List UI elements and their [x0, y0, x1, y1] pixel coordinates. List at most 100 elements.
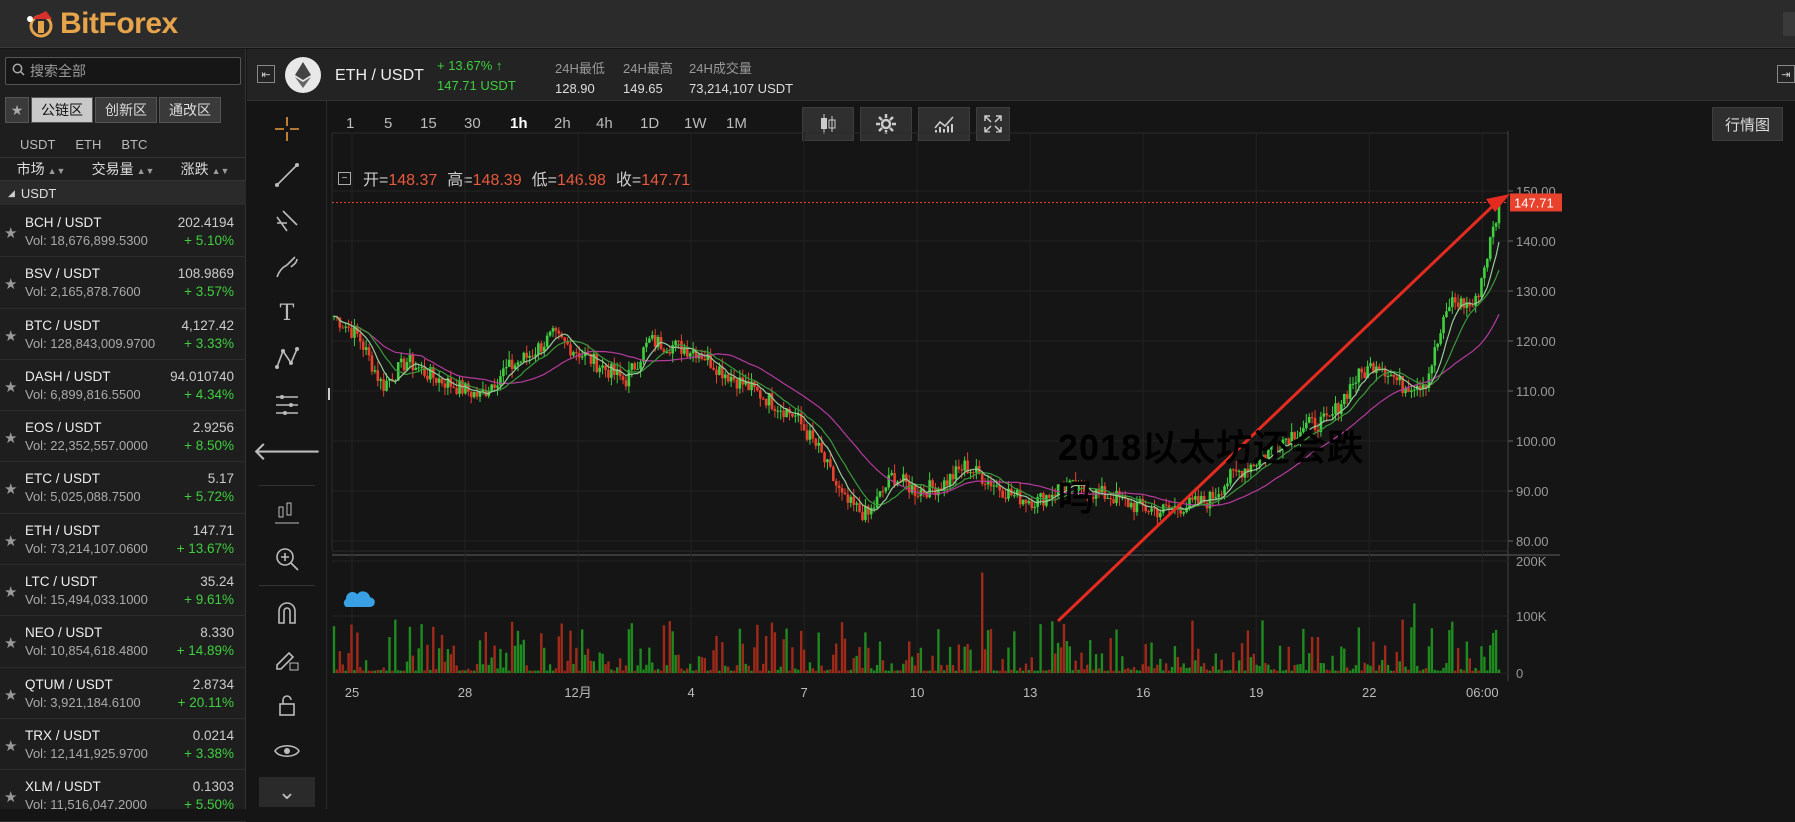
favorite-star-icon[interactable]: ★ — [4, 788, 17, 806]
volume-bar — [452, 645, 455, 673]
tab-innovation[interactable]: 创新区 — [95, 97, 157, 123]
tab-public-chain[interactable]: 公链区 — [31, 97, 93, 123]
candle-body — [1401, 375, 1404, 394]
time-tick-label: 10 — [910, 685, 924, 700]
trend-line-icon[interactable] — [269, 157, 305, 193]
zoom-in-icon[interactable] — [269, 541, 305, 577]
timeframe-15[interactable]: 15 — [420, 115, 437, 132]
favorites-star-icon[interactable]: ★ — [5, 97, 29, 123]
market-row[interactable]: ★ ETC / USDT Vol: 5,025,088.7500 5.17 + … — [0, 462, 246, 514]
volume-bar — [1159, 658, 1162, 673]
volume-bar — [1416, 665, 1419, 673]
collapse-legend-icon[interactable]: − — [338, 171, 351, 185]
fib-tool-icon[interactable] — [269, 203, 305, 239]
candle-style-icon[interactable] — [269, 495, 305, 531]
crosshair-icon[interactable] — [269, 111, 305, 147]
timeframe-1h[interactable]: 1h — [510, 115, 528, 132]
market-row[interactable]: ★ QTUM / USDT Vol: 3,921,184.6100 2.8734… — [0, 668, 246, 719]
timeframe-4h[interactable]: 4h — [596, 115, 613, 132]
collapse-sidebar-icon[interactable]: ⇤ — [257, 65, 275, 83]
sort-change[interactable]: 涨跌 ▲▼ — [164, 159, 246, 179]
volume-tick-label: 100K — [1516, 609, 1547, 624]
favorite-star-icon[interactable]: ★ — [4, 275, 17, 293]
volume-bar — [434, 669, 438, 673]
fullscreen-icon[interactable] — [976, 107, 1010, 141]
candle-body — [595, 353, 599, 373]
volume-bar — [776, 669, 780, 673]
candle-body — [455, 387, 458, 394]
quote-tab-btc[interactable]: BTC — [121, 137, 147, 152]
candle-body — [864, 506, 867, 521]
market-row[interactable]: ★ XLM / USDT Vol: 11,516,047.2000 0.1303… — [0, 770, 246, 822]
volume-bar — [864, 632, 867, 673]
search-box[interactable] — [5, 57, 241, 85]
eye-icon[interactable] — [269, 733, 305, 769]
candle-body — [1013, 495, 1016, 497]
candle-body — [1439, 333, 1442, 344]
market-row[interactable]: ★ BSV / USDT Vol: 2,165,878.7600 108.986… — [0, 257, 246, 309]
tab-token-reform[interactable]: 通改区 — [159, 97, 221, 123]
group-usdt[interactable]: ◢ USDT — [0, 181, 246, 205]
volume-bar — [1410, 627, 1413, 673]
timeframe-30[interactable]: 30 — [464, 115, 481, 132]
quote-tab-usdt[interactable]: USDT — [20, 137, 55, 152]
candle-type-icon[interactable] — [802, 107, 854, 141]
ohlc-close: 收=147.71 — [615, 172, 691, 189]
candle-body — [721, 366, 724, 379]
sort-volume[interactable]: 交易量 ▲▼ — [82, 159, 164, 179]
market-row[interactable]: ★ DASH / USDT Vol: 6,899,816.5500 94.010… — [0, 360, 246, 412]
quote-tab-eth[interactable]: ETH — [75, 137, 101, 152]
top-right-handle[interactable] — [1783, 12, 1795, 36]
favorite-star-icon[interactable]: ★ — [4, 583, 17, 601]
favorite-star-icon[interactable]: ★ — [4, 429, 17, 447]
timeframe-2h[interactable]: 2h — [554, 115, 571, 132]
market-row[interactable]: ★ ETH / USDT Vol: 73,214,107.0600 147.71… — [0, 514, 246, 566]
chevron-down-icon[interactable]: ⌄ — [259, 777, 315, 807]
favorite-star-icon[interactable]: ★ — [4, 224, 17, 242]
timeframe-1D[interactable]: 1D — [640, 115, 659, 132]
indicators-icon[interactable] — [918, 107, 970, 141]
market-row[interactable]: ★ EOS / USDT Vol: 22,352,557.0000 2.9256… — [0, 411, 246, 463]
brush-icon[interactable] — [269, 249, 305, 285]
favorite-star-icon[interactable]: ★ — [4, 327, 17, 345]
sort-market[interactable]: 市场 ▲▼ — [0, 159, 82, 179]
timeframe-5[interactable]: 5 — [384, 115, 392, 132]
unlock-icon[interactable] — [269, 687, 305, 723]
magnet-icon[interactable] — [269, 595, 305, 631]
favorite-star-icon[interactable]: ★ — [4, 532, 17, 550]
bitforex-logo[interactable]: BitForex — [26, 6, 178, 42]
favorite-star-icon[interactable]: ★ — [4, 480, 17, 498]
volume-bar — [1027, 669, 1031, 673]
market-chart-button[interactable]: 行情图 — [1711, 107, 1783, 141]
market-row[interactable]: ★ NEO / USDT Vol: 10,854,618.4800 8.330 … — [0, 616, 246, 668]
candle-body — [869, 507, 873, 515]
candle-body — [1372, 363, 1375, 373]
volume-bar — [963, 646, 966, 673]
favorite-star-icon[interactable]: ★ — [4, 378, 17, 396]
volume-bar — [1369, 665, 1372, 673]
settings-gear-icon[interactable] — [860, 107, 912, 141]
timeframe-1[interactable]: 1 — [346, 115, 354, 132]
measure-icon[interactable] — [269, 387, 305, 423]
market-row[interactable]: ★ BTC / USDT Vol: 128,843,009.9700 4,127… — [0, 309, 246, 360]
favorite-star-icon[interactable]: ★ — [4, 634, 17, 652]
market-price: 202.4194 — [177, 215, 234, 230]
back-arrow-icon[interactable]: 🡐 — [252, 433, 322, 469]
favorite-star-icon[interactable]: ★ — [4, 686, 17, 704]
favorite-star-icon[interactable]: ★ — [4, 737, 17, 755]
text-tool-icon[interactable]: T — [269, 295, 305, 331]
market-row[interactable]: ★ BCH / USDT Vol: 18,676,899.5300 202.41… — [0, 206, 246, 258]
search-input[interactable] — [30, 63, 230, 79]
market-row[interactable]: ★ TRX / USDT Vol: 12,141,925.9700 0.0214… — [0, 719, 246, 771]
candle-body — [989, 480, 993, 487]
volume-bar — [1255, 664, 1258, 673]
pattern-icon[interactable] — [269, 341, 305, 377]
expand-panel-icon[interactable]: ⇥ — [1777, 65, 1795, 83]
market-row[interactable]: ★ LTC / USDT Vol: 15,494,033.1000 35.24 … — [0, 565, 246, 617]
lock-drawing-icon[interactable] — [269, 641, 305, 677]
volume-bar — [1264, 662, 1267, 673]
timeframe-1M[interactable]: 1M — [726, 115, 747, 132]
timeframe-1W[interactable]: 1W — [684, 115, 707, 132]
volume-bar — [1048, 669, 1051, 673]
candle-body — [583, 352, 587, 357]
